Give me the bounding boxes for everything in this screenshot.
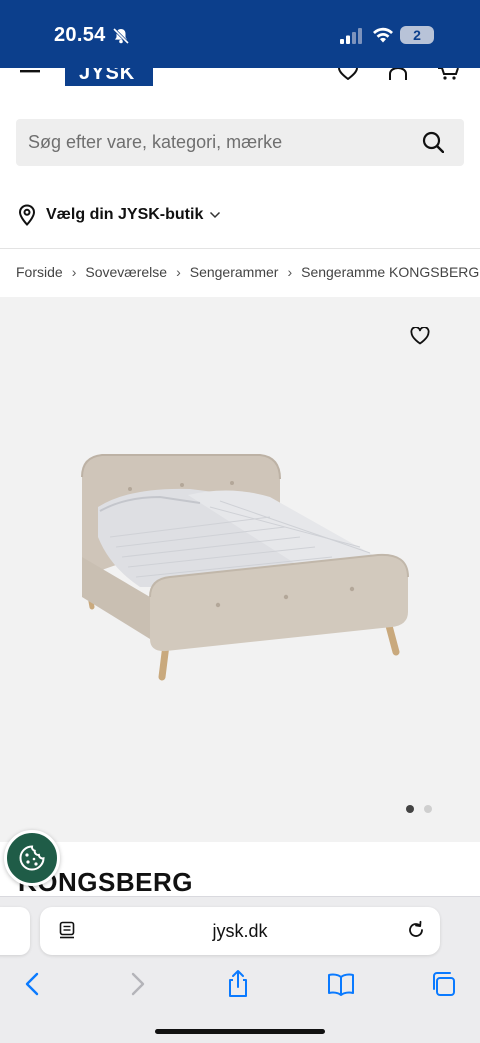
location-pin-icon bbox=[18, 204, 36, 226]
wishlist-heart-icon[interactable] bbox=[410, 327, 430, 345]
back-button[interactable] bbox=[18, 969, 48, 999]
jysk-logo[interactable]: JYSK bbox=[65, 68, 153, 86]
divider bbox=[0, 248, 480, 249]
menu-icon[interactable] bbox=[20, 70, 40, 74]
store-selector-label: Vælg din JYSK-butik bbox=[46, 206, 204, 223]
bell-slash-icon bbox=[112, 27, 130, 45]
breadcrumb-item-forside[interactable]: Forside bbox=[16, 264, 63, 280]
search-box bbox=[16, 119, 464, 166]
product-gallery[interactable] bbox=[0, 297, 480, 842]
forward-icon bbox=[131, 972, 145, 996]
page-menu-icon[interactable] bbox=[58, 921, 76, 939]
gallery-dot[interactable] bbox=[424, 805, 432, 813]
heart-icon[interactable] bbox=[336, 68, 360, 80]
cookie-settings-button[interactable] bbox=[4, 830, 60, 886]
status-bar: 20.54 2 bbox=[0, 0, 480, 68]
bookmarks-button[interactable] bbox=[326, 969, 356, 999]
battery-icon: 2 bbox=[400, 26, 434, 44]
browser-bottom-bar: jysk.dk bbox=[0, 896, 480, 1043]
search-input[interactable] bbox=[28, 119, 408, 166]
url-text[interactable]: jysk.dk bbox=[40, 907, 440, 955]
reload-icon[interactable] bbox=[406, 920, 426, 940]
status-time: 20.54 bbox=[54, 24, 106, 46]
breadcrumb-separator: › bbox=[287, 264, 293, 280]
user-icon[interactable] bbox=[386, 68, 410, 80]
bookmarks-icon bbox=[328, 973, 354, 996]
forward-button[interactable] bbox=[122, 969, 152, 999]
share-icon bbox=[229, 970, 247, 997]
browser-toolbar bbox=[0, 969, 480, 999]
store-selector[interactable]: Vælg din JYSK-butik bbox=[18, 202, 221, 228]
chevron-down-icon bbox=[210, 211, 221, 219]
site-header: JYSK bbox=[0, 68, 480, 90]
back-icon bbox=[25, 972, 39, 996]
previous-tab-preview[interactable] bbox=[0, 907, 30, 955]
cellular-signal-icon bbox=[340, 28, 362, 44]
home-indicator bbox=[155, 1029, 325, 1034]
gallery-dot-active[interactable] bbox=[406, 805, 414, 813]
cookie-icon bbox=[19, 845, 45, 871]
share-button[interactable] bbox=[223, 969, 253, 999]
header-actions bbox=[336, 68, 460, 80]
breadcrumb-separator: › bbox=[176, 264, 181, 280]
wifi-icon bbox=[373, 27, 393, 43]
tabs-icon bbox=[433, 972, 455, 996]
breadcrumb-item-sengerammer[interactable]: Sengerammer bbox=[190, 264, 279, 280]
tabs-button[interactable] bbox=[428, 969, 458, 999]
search-icon[interactable] bbox=[422, 131, 444, 153]
breadcrumb-item-current: Sengeramme KONGSBERG bbox=[301, 264, 480, 280]
address-bar[interactable]: jysk.dk bbox=[40, 907, 440, 955]
breadcrumb-item-sovevaerelse[interactable]: Soveværelse bbox=[85, 264, 167, 280]
product-image-bed bbox=[81, 454, 409, 681]
breadcrumb-separator: › bbox=[71, 264, 77, 280]
cart-icon[interactable] bbox=[436, 68, 460, 80]
breadcrumb: Forside › Soveværelse › Sengerammer › Se… bbox=[16, 264, 479, 280]
gallery-pagination bbox=[406, 805, 432, 813]
